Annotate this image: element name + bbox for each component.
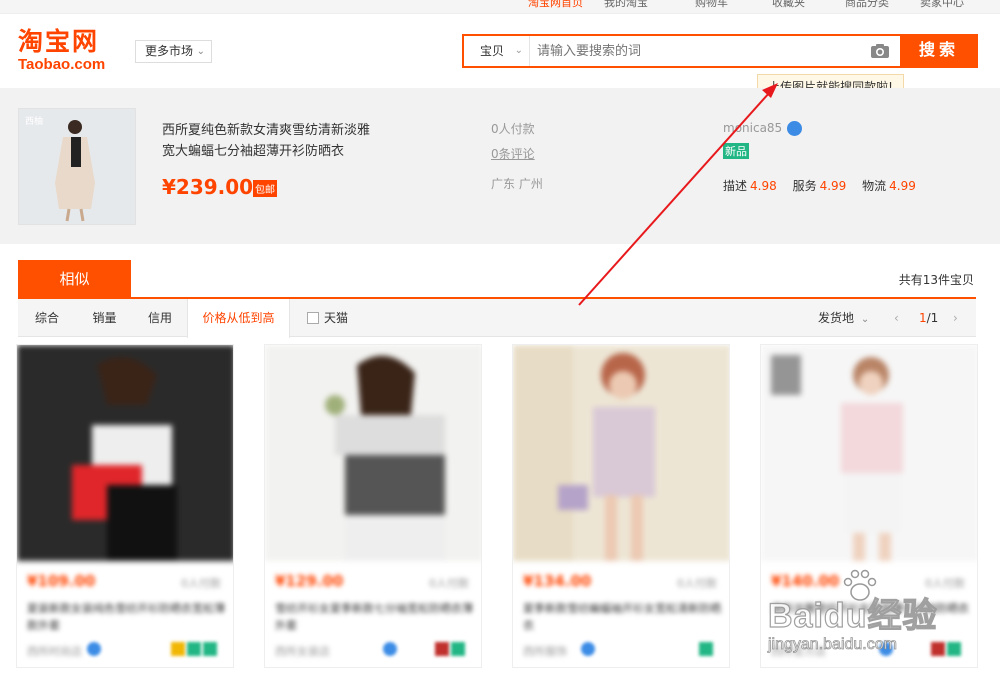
similar-products-grid: ¥109.00 0人付款 夏装新款女装纯色雪纺开衫防晒衣宽松薄款外套 西所时尚店… [0, 344, 1000, 679]
product-image [265, 345, 481, 561]
sort-price-asc[interactable]: 价格从低到高 [187, 299, 290, 338]
logo-english: Taobao.com [18, 56, 106, 73]
more-market-dropdown[interactable]: 更多市场 ⌄ [135, 40, 212, 63]
topbar-link-home[interactable]: 淘宝网首页 [528, 0, 583, 10]
camera-icon[interactable] [870, 43, 890, 59]
rating-value: 4.98 [750, 179, 777, 193]
card-sales: 0人付款 [677, 577, 717, 590]
tmall-checkbox[interactable] [307, 312, 319, 324]
free-shipping-badge: 包邮 [253, 180, 277, 197]
page-total: /1 [926, 311, 939, 325]
source-product-panel: 西柚 西所夏纯色新款女清爽雪纺清新淡雅宽大蝙蝠七分袖超薄开衫防晒衣 ¥239.0… [0, 88, 1000, 244]
card-shop[interactable]: 西所官方店 [771, 643, 826, 659]
payment-count: 0人付款 [491, 122, 535, 136]
search-type-select[interactable]: 宝贝 ⌄ [464, 36, 530, 66]
page-prev-button[interactable]: ‹ [894, 299, 899, 337]
search-bar: 宝贝 ⌄ 搜索 [462, 34, 978, 68]
topbar-link-my-taobao[interactable]: 我的淘宝 [604, 0, 648, 10]
page-indicator: 1/1 [919, 299, 938, 337]
logo-chinese: 淘宝网 [18, 27, 100, 56]
card-sales: 0人付款 [181, 577, 221, 590]
card-price: ¥109.00 [27, 572, 96, 590]
product-image [761, 345, 977, 561]
card-sales: 0人付款 [925, 577, 965, 590]
product-image [17, 345, 233, 561]
topbar-link-categories[interactable]: 商品分类 [845, 0, 889, 10]
result-count: 共有13件宝贝 [898, 273, 974, 287]
product-card[interactable]: ¥140.00 0人付款 清新淡雅雪纺开衫女夏超薄七分袖防晒衣 西所官方店 [760, 344, 978, 668]
card-shop[interactable]: 西所服饰 [523, 643, 567, 659]
more-market-label: 更多市场 [145, 44, 194, 58]
topbar-link-cart[interactable]: 购物车 [695, 0, 728, 10]
top-bar: 淘宝网首页 我的淘宝 购物车 收藏夹 商品分类 卖家中心 [0, 0, 1000, 14]
seller-name[interactable]: monica85 [723, 121, 782, 135]
card-price: ¥129.00 [275, 572, 344, 590]
card-title[interactable]: 雪纺开衫女夏季新款七分袖宽松防晒衣薄外套 [275, 600, 473, 634]
page-current: 1 [919, 311, 927, 325]
service-badge-icon [451, 642, 465, 656]
sort-sales[interactable]: 销量 [76, 299, 133, 337]
rating-label: 服务 [792, 179, 817, 193]
card-title[interactable]: 清新淡雅雪纺开衫女夏超薄七分袖防晒衣 [771, 600, 969, 617]
search-button[interactable]: 搜索 [900, 34, 978, 68]
new-item-badge: 新品 [723, 143, 749, 159]
topbar-link-favorites[interactable]: 收藏夹 [772, 0, 805, 10]
service-badge-icon [699, 642, 713, 656]
card-price: ¥140.00 [771, 572, 840, 590]
service-badge-icon [171, 642, 185, 656]
thumbnail-brand-tag: 西柚 [25, 117, 44, 127]
card-shop[interactable]: 西所时尚店 [27, 643, 82, 659]
rating-label: 描述 [723, 179, 748, 193]
chevron-down-icon: ⌄ [196, 46, 205, 57]
rating-label: 物流 [862, 179, 887, 193]
card-price: ¥134.00 [523, 572, 592, 590]
shop-badge-icon [879, 642, 893, 656]
product-thumbnail[interactable]: 西柚 [18, 108, 136, 225]
product-price: ¥239.00 [162, 175, 254, 199]
search-input[interactable] [537, 36, 867, 66]
ship-from-dropdown[interactable]: 发货地 ⌄ [818, 299, 869, 339]
card-shop[interactable]: 西所女装店 [275, 643, 330, 659]
card-title[interactable]: 夏季新款雪纺蝙蝠袖开衫女宽松清新防晒衣 [523, 600, 721, 634]
review-count-link[interactable]: 0条评论 [491, 145, 535, 162]
product-title[interactable]: 西所夏纯色新款女清爽雪纺清新淡雅宽大蝙蝠七分袖超薄开衫防晒衣 [162, 120, 382, 162]
product-image [513, 345, 729, 561]
sort-bar: 综合 销量 信用 价格从低到高 天猫 发货地 ⌄ ‹ 1/1 › [18, 299, 976, 339]
service-badge-icon [187, 642, 201, 656]
page-next-button[interactable]: › [953, 299, 958, 337]
card-title[interactable]: 夏装新款女装纯色雪纺开衫防晒衣宽松薄款外套 [27, 600, 225, 634]
shop-badge-icon [383, 642, 397, 656]
product-card[interactable]: ¥129.00 0人付款 雪纺开衫女夏季新款七分袖宽松防晒衣薄外套 西所女装店 [264, 344, 482, 668]
service-badge-icon [947, 642, 961, 656]
shop-badge-icon [581, 642, 595, 656]
card-sales: 0人付款 [429, 577, 469, 590]
service-badge-icon [435, 642, 449, 656]
taobao-logo[interactable]: 淘宝网 Taobao.com [18, 28, 123, 76]
chevron-down-icon: ⌄ [860, 314, 870, 325]
topbar-link-seller-center[interactable]: 卖家中心 [920, 0, 964, 10]
seller-verified-icon [787, 121, 802, 136]
service-badge-icon [931, 642, 945, 656]
search-type-label: 宝贝 [480, 44, 505, 58]
tab-similar[interactable]: 相似 [18, 260, 131, 299]
shop-ratings: 描述 4.98 服务 4.99 物流 4.99 [723, 177, 928, 194]
rating-value: 4.99 [819, 179, 847, 193]
sort-credit[interactable]: 信用 [133, 299, 187, 337]
tmall-filter-label[interactable]: 天猫 [324, 299, 348, 337]
product-location: 广东 广州 [491, 177, 543, 191]
rating-value: 4.99 [889, 179, 916, 193]
product-card[interactable]: ¥134.00 0人付款 夏季新款雪纺蝙蝠袖开衫女宽松清新防晒衣 西所服饰 [512, 344, 730, 668]
shop-badge-icon [87, 642, 101, 656]
chevron-down-icon: ⌄ [514, 45, 523, 56]
sort-default[interactable]: 综合 [18, 299, 76, 337]
product-card[interactable]: ¥109.00 0人付款 夏装新款女装纯色雪纺开衫防晒衣宽松薄款外套 西所时尚店 [16, 344, 234, 668]
service-badge-icon [203, 642, 217, 656]
ship-from-label: 发货地 [818, 311, 855, 325]
